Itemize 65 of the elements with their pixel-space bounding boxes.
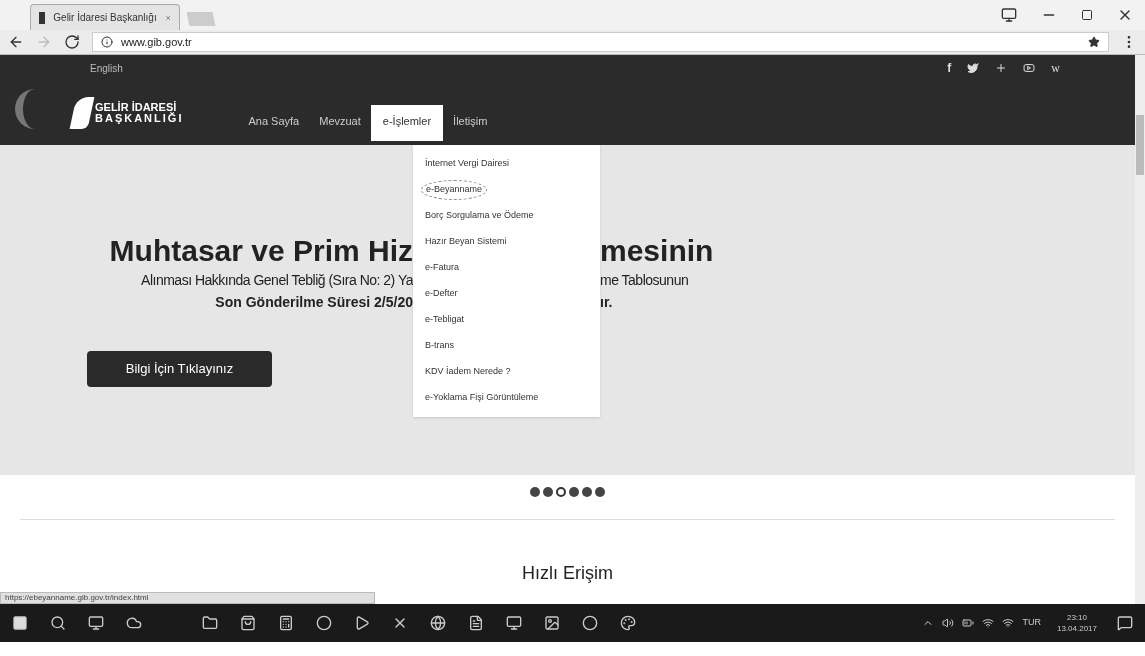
logo[interactable]: GELİR İDARESİ BAŞKANLIĞI [73,97,184,129]
app-icon[interactable] [316,615,332,631]
battery-icon[interactable] [962,617,975,629]
nav-link[interactable]: e-İşlemler [370,104,444,141]
nav-link[interactable]: Mevzuat [309,112,371,141]
app-icon[interactable] [506,615,522,631]
address-field[interactable]: www.gib.gov.tr [92,32,1109,52]
plus-icon[interactable] [995,62,1008,74]
nav-link[interactable]: Ana Sayfa [238,112,310,141]
player-icon[interactable] [354,615,370,631]
store-icon[interactable] [240,615,256,631]
nav-link[interactable]: İletişim [443,112,498,141]
language-link[interactable]: English [90,60,123,76]
info-icon [101,36,113,48]
network-icon[interactable] [1002,617,1015,629]
palette-icon[interactable] [620,615,636,631]
globe-icon[interactable] [430,615,446,631]
url-text: www.gib.gov.tr [121,34,192,50]
hero-text: Alınması Hakkında Genel Tebliğ (Sıra No: 2) Ya [141,271,413,290]
start-icon[interactable] [12,615,28,631]
wifi-icon[interactable] [982,617,995,629]
logo-text: BAŞKANLIĞI [95,113,184,124]
hero-text: mesinin [600,233,714,269]
logo-mark-icon [69,97,95,129]
section-title: Hızlı Erişim [522,562,613,585]
document-icon[interactable] [468,615,484,631]
back-icon[interactable] [8,34,24,50]
clock-time[interactable]: 23:10 [1066,612,1087,623]
app-icon[interactable] [582,615,598,631]
menu-item[interactable]: e-Defter [425,281,588,307]
w-link[interactable]: w [1051,59,1060,77]
notification-icon[interactable] [1117,615,1133,631]
menu-item[interactable]: Hazır Beyan Sistemi [425,229,588,255]
facebook-link[interactable]: f [947,59,952,77]
app-icon[interactable] [126,615,142,631]
maximize-icon[interactable] [1081,9,1093,21]
menu-item[interactable]: İnternet Vergi Dairesi [425,151,588,177]
favicon-icon [39,11,46,24]
hero-text: me Tablosunun [600,271,689,290]
tab-title: Gelir İdaresi Başkanlığı [53,10,157,25]
menu-item[interactable]: e-Tebligat [425,307,588,333]
menu-item[interactable]: B-trans [425,333,588,359]
search-icon[interactable] [50,615,66,631]
calculator-icon[interactable] [278,615,294,631]
clock-date[interactable]: 13.04.2017 [1056,623,1097,634]
reload-icon[interactable] [64,34,80,50]
menu-item[interactable]: Borç Sorgulama ve Ödeme [425,203,588,229]
status-url: https://ebeyanname.gib.gov.tr/index.html [0,592,375,604]
folder-icon[interactable] [202,615,218,631]
menu-item[interactable]: e-Yoklama Fişi Görüntüleme [425,385,588,411]
menu-item[interactable]: KDV İadem Nerede ? [425,359,588,385]
bird-icon[interactable] [967,62,980,74]
video-icon[interactable] [1023,62,1036,74]
image-icon[interactable] [544,615,560,631]
speaker-icon[interactable] [942,617,955,629]
logo-text: GELİR İDARESİ [95,102,177,113]
language-indicator[interactable]: TUR [1022,616,1041,630]
hero-text: Muhtasar ve Prim Hiz [109,233,413,269]
menu-item[interactable]: e-Fatura [425,255,588,281]
info-button[interactable]: Bilgi İçin Tıklayınız [87,351,272,387]
hero-text: Son Gönderilme Süresi 2/5/20 [215,293,413,312]
scrollbar[interactable] [1135,55,1145,604]
browser-tab[interactable]: Gelir İdaresi Başkanlığı [30,4,180,30]
hero-text: ır. [600,293,613,312]
star-icon[interactable] [1088,36,1100,48]
